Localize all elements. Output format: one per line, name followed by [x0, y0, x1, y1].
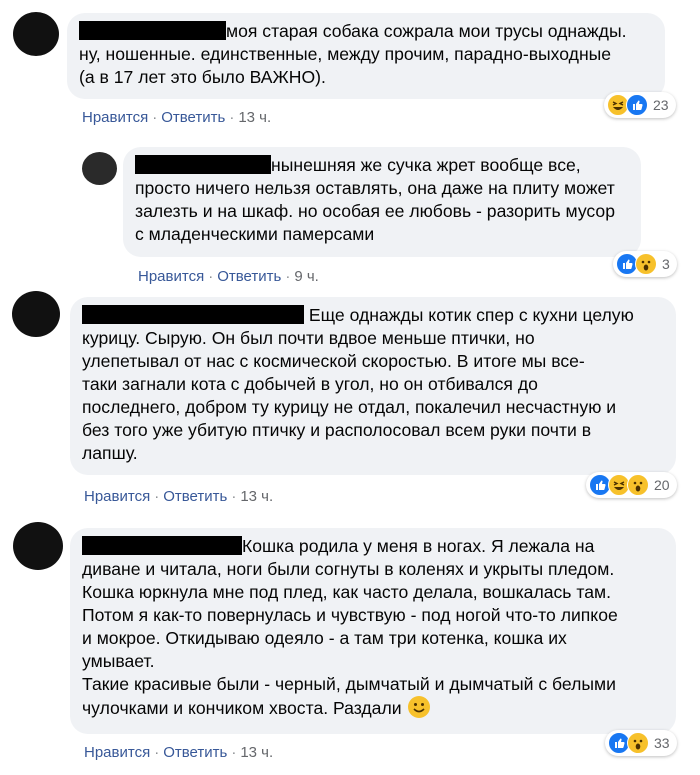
- reply-link[interactable]: Ответить: [163, 744, 227, 761]
- separator: ·: [208, 268, 214, 285]
- reaction-count: 3: [662, 256, 670, 272]
- comment-text-line: курицу. Сырую. Он был почти вдвое меньше…: [82, 328, 535, 348]
- comment-text-line: и мокрое. Откидываю одеяло - а там три к…: [82, 628, 567, 648]
- reactions-badge[interactable]: 20: [586, 472, 677, 498]
- timestamp[interactable]: 13 ч.: [240, 744, 273, 761]
- comment-text-line: лапшу.: [82, 443, 138, 463]
- comment-text-line: без того уже убитую птичку и располосова…: [82, 420, 592, 440]
- reaction-count: 20: [654, 477, 670, 493]
- avatar[interactable]: [82, 152, 117, 185]
- separator: ·: [154, 488, 160, 505]
- comment-text-line: просто ничего нельзя оставлять, она даже…: [135, 178, 615, 198]
- separator: ·: [231, 488, 237, 505]
- redacted-author-name: [82, 305, 304, 324]
- reaction-count: 33: [654, 735, 670, 751]
- comment-bubble: Еще однажды котик спер с кухни целую кур…: [70, 297, 676, 475]
- redacted-author-name: [135, 155, 271, 174]
- reactions-badge[interactable]: 23: [604, 92, 676, 118]
- separator: ·: [231, 744, 237, 761]
- like-icon: [626, 94, 648, 116]
- comment-text-line: Потом я как-то повернулась и чувствую - …: [82, 605, 618, 625]
- timestamp[interactable]: 13 ч.: [238, 109, 271, 126]
- redacted-author-name: [82, 536, 242, 555]
- wow-icon: [635, 253, 657, 275]
- like-link[interactable]: Нравится: [82, 109, 148, 126]
- avatar[interactable]: [13, 12, 59, 56]
- comment-text-line: с младенческими памерсами: [135, 224, 375, 244]
- comment-text-line: (а в 17 лет это было ВАЖНО).: [79, 67, 326, 87]
- comment-bubble: моя старая собака сожрала мои трусы одна…: [67, 13, 665, 99]
- comment-text-line: ну, ношенные. единственные, между прочим…: [79, 44, 612, 64]
- comment-text-line: залезть и на шкаф. но особая ее любовь -…: [135, 201, 615, 221]
- reply-link[interactable]: Ответить: [161, 109, 225, 126]
- smiling-face-icon: [408, 696, 431, 718]
- like-link[interactable]: Нравится: [138, 268, 204, 285]
- comment-actions: Нравится · Ответить · 13 ч.: [84, 744, 273, 761]
- reply-link[interactable]: Ответить: [217, 268, 281, 285]
- reaction-count: 23: [653, 97, 669, 113]
- comment-text-line: Такие красивые были - черный, дымчатый и…: [82, 674, 616, 694]
- wow-icon: [627, 732, 649, 754]
- comment-text-line: таки загнали кота с добычей в угол, но о…: [82, 374, 538, 394]
- comment-actions: Нравится · Ответить · 13 ч.: [84, 488, 273, 505]
- comment-text-line: улепетывал от нас с космической скорость…: [82, 351, 585, 371]
- like-link[interactable]: Нравится: [84, 488, 150, 505]
- comment-text-line: нынешняя же сучка жрет вообще все,: [271, 155, 581, 175]
- comment-bubble: Кошка родила у меня в ногах. Я лежала на…: [70, 528, 676, 734]
- comment-actions: Нравится · Ответить · 9 ч.: [138, 268, 319, 285]
- comment-text-line: Еще однажды котик спер с кухни целую: [308, 305, 634, 325]
- comment-text-line: Кошка юркнула мне под плед, как часто де…: [82, 582, 611, 602]
- like-link[interactable]: Нравится: [84, 744, 150, 761]
- comment-text-line: моя старая собака сожрала мои трусы одна…: [226, 21, 627, 41]
- reply-link[interactable]: Ответить: [163, 488, 227, 505]
- wow-icon: [627, 474, 649, 496]
- comment-text-line: чулочками и кончиком хвоста. Раздали: [82, 698, 402, 718]
- comment-bubble: нынешняя же сучка жрет вообще все, прост…: [123, 147, 641, 257]
- separator: ·: [285, 268, 291, 285]
- separator: ·: [154, 744, 160, 761]
- comment-text-line: последнего, добром ту курицу не отдал, п…: [82, 397, 617, 417]
- avatar[interactable]: [13, 522, 63, 570]
- comment-text-line: умывает.: [82, 651, 155, 671]
- reactions-badge[interactable]: 33: [605, 730, 677, 756]
- redacted-author-name: [79, 21, 226, 40]
- comment-text-line: Кошка родила у меня в ногах. Я лежала на: [242, 536, 595, 556]
- timestamp[interactable]: 9 ч.: [294, 268, 319, 285]
- comment-text-line: диване и читала, ноги были согнуты в кол…: [82, 559, 615, 579]
- comment-actions: Нравится · Ответить · 13 ч.: [82, 109, 271, 126]
- avatar[interactable]: [12, 291, 60, 337]
- separator: ·: [229, 109, 235, 126]
- timestamp[interactable]: 13 ч.: [240, 488, 273, 505]
- reactions-badge[interactable]: 3: [613, 251, 677, 277]
- separator: ·: [152, 109, 158, 126]
